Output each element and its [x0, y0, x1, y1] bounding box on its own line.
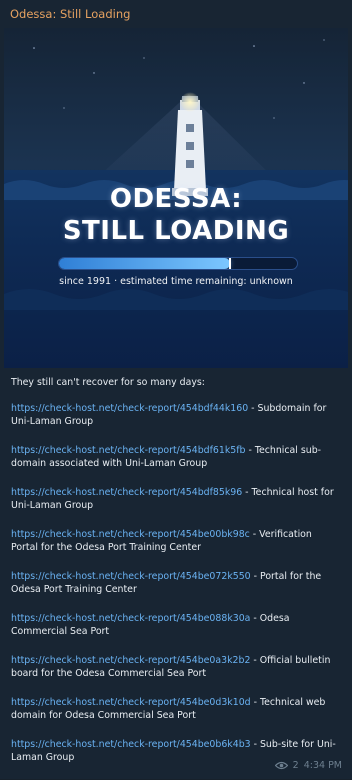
- lighthouse-light: [180, 92, 200, 112]
- loading-progress-bar: [58, 257, 298, 270]
- report-link[interactable]: https://check-host.net/check-report/454b…: [11, 739, 251, 750]
- list-item: https://check-host.net/check-report/454b…: [11, 444, 341, 471]
- intro-text: They still can't recover for so many day…: [11, 377, 205, 388]
- report-link[interactable]: https://check-host.net/check-report/454b…: [11, 571, 251, 582]
- report-link[interactable]: https://check-host.net/check-report/454b…: [11, 529, 250, 540]
- report-link[interactable]: https://check-host.net/check-report/454b…: [11, 445, 246, 456]
- image-caption: since 1991 · estimated time remaining: u…: [59, 276, 293, 287]
- image-headline-line1: ODESSA:: [109, 184, 243, 214]
- post-header: Odessa: Still Loading: [0, 0, 352, 28]
- report-link[interactable]: https://check-host.net/check-report/454b…: [11, 697, 251, 708]
- image-headline-line2: STILL LOADING: [62, 216, 290, 246]
- report-link[interactable]: https://check-host.net/check-report/454b…: [11, 487, 242, 498]
- view-count: 2: [292, 760, 299, 771]
- channel-post: Odessa: Still Loading ODESSA: STILL LOAD…: [0, 0, 352, 779]
- report-link[interactable]: https://check-host.net/check-report/454b…: [11, 403, 248, 414]
- list-item: https://check-host.net/check-report/454b…: [11, 570, 341, 597]
- list-item: https://check-host.net/check-report/454b…: [11, 486, 341, 513]
- list-item: https://check-host.net/check-report/454b…: [11, 696, 341, 723]
- list-item: https://check-host.net/check-report/454b…: [11, 654, 341, 681]
- progress-fill: [59, 258, 231, 269]
- post-image[interactable]: ODESSA: STILL LOADING since 1991 · estim…: [4, 28, 348, 368]
- progress-marker: [229, 258, 232, 269]
- post-time: 4:34 PM: [303, 760, 342, 771]
- report-link[interactable]: https://check-host.net/check-report/454b…: [11, 655, 250, 666]
- post-text: They still can't recover for so many day…: [0, 368, 352, 780]
- list-item: https://check-host.net/check-report/454b…: [11, 612, 341, 639]
- report-list: https://check-host.net/check-report/454b…: [11, 402, 341, 765]
- channel-title[interactable]: Odessa: Still Loading: [10, 7, 342, 21]
- report-link[interactable]: https://check-host.net/check-report/454b…: [11, 613, 250, 624]
- eye-icon: [274, 761, 288, 770]
- post-meta: 2 4:34 PM: [274, 760, 342, 771]
- list-item: https://check-host.net/check-report/454b…: [11, 528, 341, 555]
- list-item: https://check-host.net/check-report/454b…: [11, 402, 341, 429]
